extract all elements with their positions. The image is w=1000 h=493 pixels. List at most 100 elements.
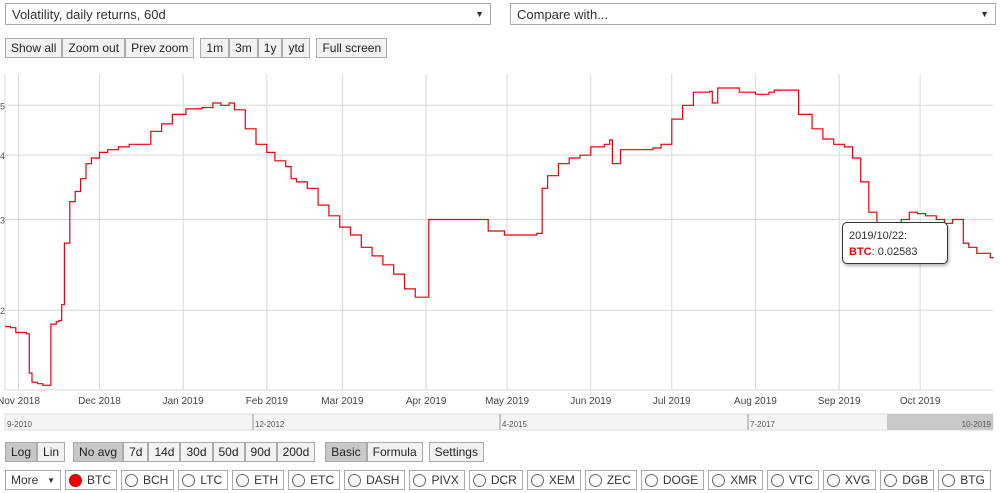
settings-button[interactable]: Settings <box>428 442 484 462</box>
fullscreen-group: Full screen <box>316 38 388 58</box>
coin-toggle-vtc[interactable]: VTC <box>766 470 819 490</box>
chevron-down-icon: ▼ <box>980 9 989 19</box>
radio-circle-icon <box>712 473 726 487</box>
x-tick-label: Dec 2018 <box>78 396 121 407</box>
y-axis-ticks: 5 4 3 2 <box>0 101 5 316</box>
zoom-out-button[interactable]: Zoom out <box>62 38 126 58</box>
radio-circle-icon <box>530 473 544 487</box>
formula-mode-button[interactable]: Formula <box>366 442 423 462</box>
radio-circle-icon <box>884 473 898 487</box>
x-tick-label: May 2019 <box>485 396 529 407</box>
basic-mode-button[interactable]: Basic <box>325 442 367 462</box>
x-tick-label: Apr 2019 <box>406 396 447 407</box>
coin-label: PIVX <box>431 473 459 487</box>
coin-label: ETC <box>310 473 335 487</box>
coin-toggles: BTC BCH LTC ETH ETC DASH PIVX DCR XEM ZEC DOGE XMR V… <box>65 470 995 490</box>
coin-toggle-dgb[interactable]: DGB <box>880 470 935 490</box>
log-scale-button[interactable]: Log <box>5 442 38 462</box>
coin-label: ZEC <box>606 473 631 487</box>
coin-toggle-xem[interactable]: XEM <box>526 470 581 490</box>
coin-toggle-btg[interactable]: BTG <box>938 470 991 490</box>
coin-label: VTC <box>788 473 813 487</box>
x-axis-ticks: Nov 2018 Dec 2018 Jan 2019 Feb 2019 Mar 2019… <box>0 396 941 407</box>
range-1m-button[interactable]: 1m <box>200 38 230 58</box>
coin-toggle-xmr[interactable]: XMR <box>708 470 763 490</box>
coin-label: BCH <box>143 473 169 487</box>
y-tick-label: 4 <box>0 151 5 161</box>
radio-circle-icon <box>770 473 784 487</box>
avg-50d-button[interactable]: 50d <box>212 442 245 462</box>
radio-circle-icon <box>236 473 250 487</box>
full-screen-button[interactable]: Full screen <box>316 38 388 58</box>
avg-200d-button[interactable]: 200d <box>276 442 316 462</box>
coin-toggle-ltc[interactable]: LTC <box>178 470 229 490</box>
metric-select[interactable]: Volatility, daily returns, 60d ▼ <box>5 3 491 25</box>
coin-toggle-xvg[interactable]: XVG <box>822 470 877 490</box>
radio-circle-icon <box>413 473 427 487</box>
coin-label: LTC <box>200 473 223 487</box>
coin-label: BTG <box>960 473 985 487</box>
radio-circle-icon <box>588 473 602 487</box>
range-ytd-button[interactable]: ytd <box>282 38 311 58</box>
coin-toggle-doge[interactable]: DOGE <box>640 470 705 490</box>
x-tick-label: Jun 2019 <box>570 396 612 407</box>
coin-toggle-dcr[interactable]: DCR <box>468 470 523 490</box>
show-all-button[interactable]: Show all <box>5 38 63 58</box>
prev-zoom-button[interactable]: Prev zoom <box>125 38 195 58</box>
coin-label: XVG <box>844 473 871 487</box>
x-tick-label: Feb 2019 <box>246 396 289 407</box>
x-tick-label: Mar 2019 <box>321 396 364 407</box>
avg-group: No avg 7d 14d 30d 50d 90d 200d <box>73 442 316 462</box>
radio-circle-icon <box>125 473 138 487</box>
navigator: 9-2010 12-2012 4-2015 7-2017 10-2019 <box>4 413 994 431</box>
coin-label: DASH <box>366 473 400 487</box>
avg-30d-button[interactable]: 30d <box>180 442 213 462</box>
x-tick-label: Jul 2019 <box>653 396 691 407</box>
toolbar-bottom: Log Lin No avg 7d 14d 30d 50d 90d 200d B… <box>5 442 490 462</box>
tooltip-value: : 0.02583 <box>871 246 918 258</box>
radio-circle-icon <box>69 473 82 487</box>
lin-scale-button[interactable]: Lin <box>37 442 66 462</box>
coin-toggle-zec[interactable]: ZEC <box>584 470 637 490</box>
y-tick-label: 3 <box>0 216 5 226</box>
toolbar-top: Show all Zoom out Prev zoom 1m 3m 1y ytd… <box>5 38 393 58</box>
avg-7d-button[interactable]: 7d <box>123 442 149 462</box>
radio-circle-icon <box>644 473 658 487</box>
coin-toggle-etc[interactable]: ETC <box>288 470 341 490</box>
radio-circle-icon <box>942 473 956 487</box>
navigator-label: 4-2015 <box>502 420 527 429</box>
chevron-down-icon: ▼ <box>475 9 484 19</box>
coin-toggle-bch[interactable]: BCH <box>121 470 175 490</box>
coin-label: XEM <box>548 473 575 487</box>
x-tick-label: Jan 2019 <box>163 396 205 407</box>
compare-select[interactable]: Compare with... ▼ <box>510 3 996 25</box>
tooltip-value-row: BTC: 0.02583 <box>849 244 941 260</box>
coin-label: ETH <box>254 473 279 487</box>
x-tick-label: Nov 2018 <box>0 396 40 407</box>
chevron-down-icon: ▼ <box>47 475 55 485</box>
zoom-group: Show all Zoom out Prev zoom <box>5 38 195 58</box>
mode-group: Basic Formula <box>325 442 423 462</box>
avg-90d-button[interactable]: 90d <box>244 442 277 462</box>
coin-toggle-btc[interactable]: BTC <box>65 470 117 490</box>
range-3m-button[interactable]: 3m <box>229 38 258 58</box>
coin-toggle-dash[interactable]: DASH <box>344 470 406 490</box>
coin-toggle-pivx[interactable]: PIVX <box>409 470 465 490</box>
settings-group: Settings <box>428 442 484 462</box>
metric-select-value: Volatility, daily returns, 60d <box>12 7 166 22</box>
range-1y-button[interactable]: 1y <box>257 38 283 58</box>
no-avg-button[interactable]: No avg <box>73 442 124 462</box>
coin-label: DCR <box>490 473 517 487</box>
radio-circle-icon <box>182 473 196 487</box>
navigator-label: 12-2012 <box>255 420 285 429</box>
tooltip-series: BTC <box>849 246 872 258</box>
navigator-track <box>4 413 994 431</box>
navigator-label: 7-2017 <box>750 420 775 429</box>
x-tick-label: Sep 2019 <box>818 396 861 407</box>
coin-row: More ▼ BTC BCH LTC ETH ETC DASH PIVX DCR XEM ZEC D… <box>5 470 995 490</box>
avg-14d-button[interactable]: 14d <box>148 442 181 462</box>
more-select-label: More <box>11 473 39 487</box>
more-select[interactable]: More ▼ <box>5 470 61 490</box>
y-tick-label: 5 <box>0 101 5 111</box>
coin-toggle-eth[interactable]: ETH <box>232 470 285 490</box>
